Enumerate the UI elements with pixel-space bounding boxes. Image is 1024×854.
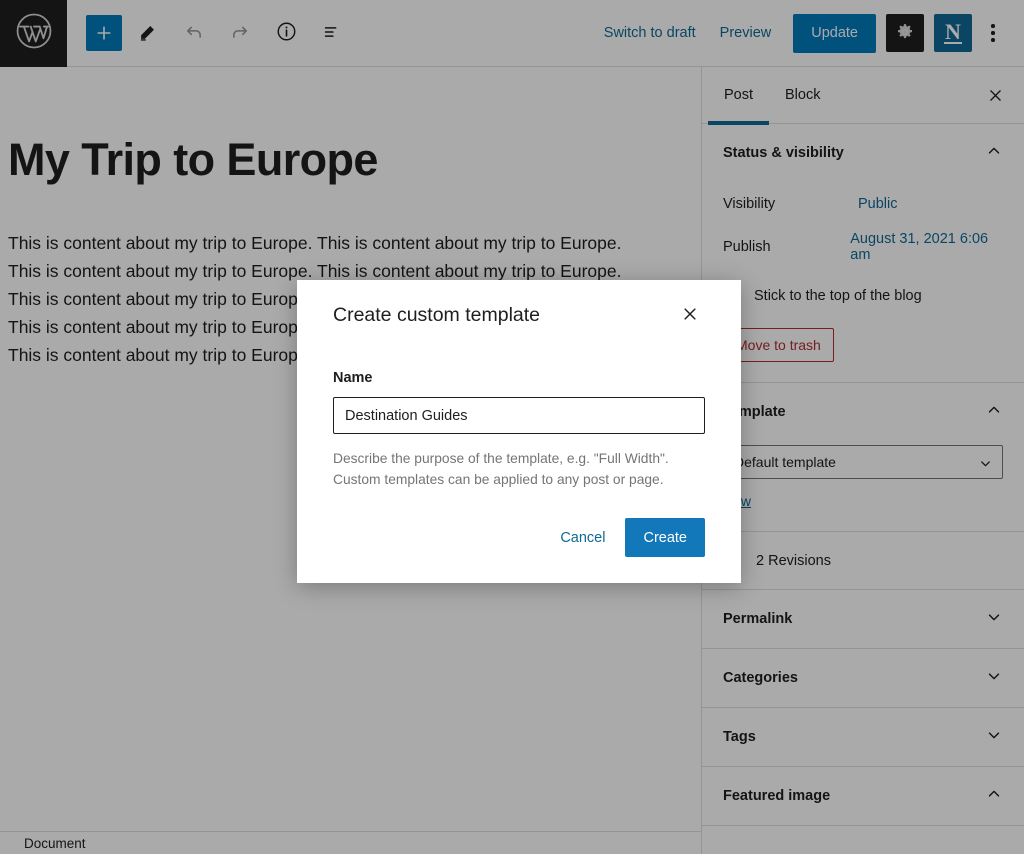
- panel-status-visibility: Status & visibility Visibility Public Pu…: [702, 124, 1024, 383]
- post-title[interactable]: My Trip to Europe: [8, 135, 701, 185]
- publish-row: Publish August 31, 2021 6:06 am: [723, 225, 1003, 268]
- breadcrumb-bar: Document: [0, 831, 701, 854]
- list-view-button[interactable]: [312, 13, 352, 53]
- redo-button[interactable]: [220, 13, 260, 53]
- panel-status-visibility-header[interactable]: Status & visibility: [702, 124, 1024, 182]
- paragraph-block[interactable]: This is content about my trip to Europe.…: [8, 229, 701, 257]
- visibility-value-button[interactable]: Public: [858, 196, 898, 212]
- settings-sidebar: Post Block Status & visibility: [701, 67, 1024, 854]
- tab-block[interactable]: Block: [769, 67, 836, 124]
- sticky-label: Stick to the top of the blog: [754, 288, 922, 304]
- panel-categories-header[interactable]: Categories: [702, 649, 1024, 707]
- sticky-row: Stick to the top of the blog: [723, 274, 1003, 318]
- cancel-button[interactable]: Cancel: [548, 521, 617, 555]
- gear-icon: [895, 22, 915, 45]
- add-block-button[interactable]: [86, 15, 122, 51]
- modal-help-line-2: Custom templates can be applied to any p…: [333, 469, 705, 490]
- toolbar-left-group: [67, 13, 352, 53]
- update-button[interactable]: Update: [793, 14, 876, 53]
- undo-button[interactable]: [174, 13, 214, 53]
- wordpress-logo-icon: [15, 12, 53, 55]
- panel-permalink: Permalink: [702, 590, 1024, 649]
- modal-actions: Cancel Create: [548, 518, 705, 557]
- panel-status-visibility-body: Visibility Public Publish August 31, 202…: [702, 182, 1024, 382]
- panel-title: Tags: [723, 729, 756, 745]
- chevron-down-icon: [985, 608, 1003, 631]
- toolbar-right-group: Switch to draft Preview Update N: [592, 13, 1024, 53]
- panel-title: Featured image: [723, 788, 830, 804]
- list-view-icon: [321, 21, 343, 46]
- settings-button[interactable]: [886, 14, 924, 52]
- chevron-down-icon: [985, 726, 1003, 749]
- close-icon: [987, 87, 1004, 107]
- modal-help-line-1: Describe the purpose of the template, e.…: [333, 448, 705, 469]
- panel-tags-header[interactable]: Tags: [702, 708, 1024, 766]
- template-select[interactable]: Default template: [723, 445, 1003, 479]
- modal-title: Create custom template: [333, 304, 540, 327]
- close-icon: [681, 305, 699, 326]
- visibility-row: Visibility Public: [723, 182, 1003, 225]
- pencil-icon: [137, 21, 159, 46]
- panel-categories: Categories: [702, 649, 1024, 708]
- kebab-menu-icon: [991, 24, 995, 42]
- seo-plugin-button[interactable]: N: [934, 14, 972, 52]
- modal-header: Create custom template: [333, 280, 705, 332]
- chevron-up-icon: [985, 142, 1003, 165]
- publish-label: Publish: [723, 239, 850, 255]
- more-options-button[interactable]: [976, 13, 1010, 53]
- panel-tags: Tags: [702, 708, 1024, 767]
- panel-title: Status & visibility: [723, 145, 844, 161]
- template-name-label: Name: [333, 370, 705, 386]
- breadcrumb-document[interactable]: Document: [24, 836, 86, 851]
- panel-title: Categories: [723, 670, 798, 686]
- panel-template-body: Default template New: [702, 445, 1024, 531]
- sidebar-tabs: Post Block: [702, 67, 1024, 124]
- chevron-down-icon: [978, 456, 993, 474]
- template-select-wrapper: Default template: [723, 445, 1003, 479]
- details-info-button[interactable]: [266, 13, 306, 53]
- panel-featured-image-header[interactable]: Featured image: [702, 767, 1024, 825]
- panel-featured-image: Featured image: [702, 767, 1024, 826]
- redo-icon: [229, 21, 251, 46]
- wordpress-logo-button[interactable]: [0, 0, 67, 67]
- panel-template-header[interactable]: Template: [702, 383, 1024, 441]
- revisions-label: 2 Revisions: [756, 553, 831, 569]
- panel-permalink-header[interactable]: Permalink: [702, 590, 1024, 648]
- wordpress-block-editor: Switch to draft Preview Update N: [0, 0, 1024, 854]
- chevron-up-icon: [985, 785, 1003, 808]
- publish-date-button[interactable]: August 31, 2021 6:06 am: [850, 231, 1003, 263]
- switch-to-draft-button[interactable]: Switch to draft: [592, 17, 708, 49]
- template-name-input[interactable]: [333, 397, 705, 434]
- revisions-row[interactable]: 2 Revisions: [702, 532, 1024, 590]
- visibility-label: Visibility: [723, 196, 858, 212]
- undo-icon: [183, 21, 205, 46]
- panel-title: Permalink: [723, 611, 792, 627]
- create-button[interactable]: Create: [625, 518, 705, 557]
- close-sidebar-button[interactable]: [982, 84, 1008, 110]
- template-select-value: Default template: [734, 454, 836, 470]
- chevron-down-icon: [985, 667, 1003, 690]
- modal-help-text: Describe the purpose of the template, e.…: [333, 448, 705, 490]
- editor-toolbar: Switch to draft Preview Update N: [0, 0, 1024, 67]
- info-icon: [275, 20, 298, 46]
- chevron-up-icon: [985, 401, 1003, 424]
- tools-pencil-button[interactable]: [128, 13, 168, 53]
- tab-post[interactable]: Post: [708, 67, 769, 124]
- panel-template: Template Default template Ne: [702, 383, 1024, 532]
- preview-button[interactable]: Preview: [708, 17, 784, 49]
- modal-close-button[interactable]: [675, 301, 705, 331]
- create-custom-template-modal: Create custom template Name Describe the…: [297, 280, 741, 583]
- plugin-n-icon: N: [944, 22, 962, 45]
